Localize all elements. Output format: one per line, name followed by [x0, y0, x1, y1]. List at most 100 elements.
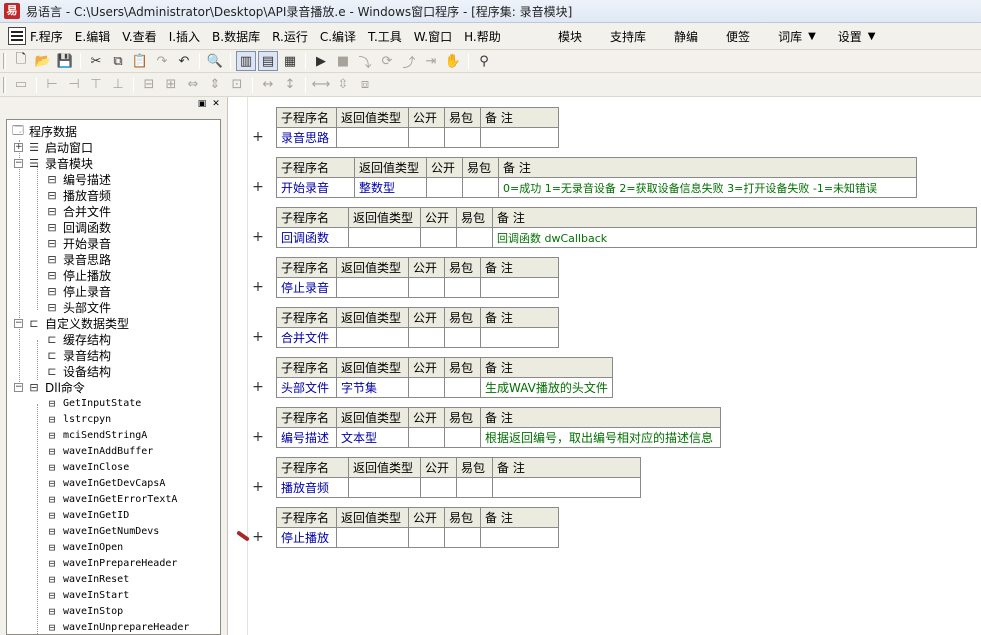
return-type-cell[interactable] — [348, 227, 421, 248]
easy-pkg-cell[interactable] — [444, 127, 481, 148]
layout-grid-icon[interactable]: ▦ — [280, 51, 300, 71]
public-cell[interactable] — [426, 177, 463, 198]
same-width-icon[interactable]: ⇔ — [183, 75, 203, 95]
paste-icon[interactable]: 📋 — [130, 51, 150, 71]
tree-item-sub[interactable]: ⊟ 头部文件 — [44, 299, 111, 315]
sub-name-cell[interactable]: 头部文件 — [276, 377, 337, 398]
subroutine-table[interactable]: 子程序名 返回值类型 公开 易包 备 注 回调函数 回调函数 dwCallbac… — [276, 207, 977, 248]
menu-support-lib[interactable]: 支持库 — [610, 26, 646, 47]
public-cell[interactable] — [408, 427, 445, 448]
step-over-icon[interactable]: ⟳ — [377, 51, 397, 71]
subroutine-table[interactable]: 子程序名 返回值类型 公开 易包 备 注 开始录音 整数型 0=成功 1=无录音… — [276, 157, 917, 198]
expand-subroutine-icon[interactable]: + — [252, 429, 264, 445]
collapse-icon[interactable]: − — [14, 158, 23, 168]
align-top-icon[interactable]: ⊤ — [86, 75, 106, 95]
expand-subroutine-icon[interactable]: + — [252, 479, 264, 495]
easy-pkg-cell[interactable] — [444, 277, 481, 298]
menu-notes[interactable]: 便签 — [726, 26, 750, 47]
menu-run[interactable]: R.运行 — [272, 26, 308, 47]
pause-hand-icon[interactable]: ✋ — [443, 51, 463, 71]
subroutine-table[interactable]: 子程序名 返回值类型 公开 易包 备 注 编号描述 文本型 根据返回编号，取出编… — [276, 407, 721, 448]
toolbar-grip[interactable] — [3, 76, 6, 93]
tree-node-dll[interactable]: − ⊟ Dll命令 — [14, 379, 85, 395]
redo-icon[interactable]: ↷ — [152, 51, 172, 71]
tree-item-dll[interactable]: ⊟ waveInGetDevCapsA — [44, 475, 166, 491]
tree-item-dll[interactable]: ⊟ waveInStart — [44, 587, 130, 603]
tree-item-sub[interactable]: ⊟ 停止录音 — [44, 283, 111, 299]
expand-subroutine-icon[interactable]: + — [252, 529, 264, 545]
public-cell[interactable] — [420, 227, 457, 248]
find-icon[interactable]: 🔍 — [205, 51, 225, 71]
cut-icon[interactable]: ✂ — [86, 51, 106, 71]
note-cell[interactable] — [480, 127, 559, 148]
tree-item-dll[interactable]: ⊟ waveInStop — [44, 603, 124, 619]
tree-node-startup[interactable]: + ☰ 启动窗口 — [14, 139, 93, 155]
tree-item-sub[interactable]: ⊟ 停止播放 — [44, 267, 111, 283]
menu-database[interactable]: B.数据库 — [212, 26, 260, 47]
easy-pkg-cell[interactable] — [462, 177, 499, 198]
collapse-icon[interactable]: − — [14, 318, 23, 328]
tree-item-sub[interactable]: ⊟ 编号描述 — [44, 171, 111, 187]
bring-to-front-icon[interactable]: ⧈ — [355, 75, 375, 95]
expand-icon[interactable]: + — [14, 142, 23, 152]
note-cell[interactable]: 回调函数 dwCallback — [492, 227, 977, 248]
align-bottom-icon[interactable]: ⊥ — [108, 75, 128, 95]
return-type-cell[interactable]: 整数型 — [354, 177, 427, 198]
expand-subroutine-icon[interactable]: + — [252, 129, 264, 145]
sub-name-cell[interactable]: 播放音频 — [276, 477, 349, 498]
align-right-icon[interactable]: ⊣ — [64, 75, 84, 95]
easy-pkg-cell[interactable] — [444, 327, 481, 348]
save-icon[interactable]: 💾 — [55, 51, 75, 71]
return-type-cell[interactable] — [336, 277, 409, 298]
sub-name-cell[interactable]: 回调函数 — [276, 227, 349, 248]
sub-name-cell[interactable]: 开始录音 — [276, 177, 355, 198]
sub-name-cell[interactable]: 录音思路 — [276, 127, 337, 148]
align-left-icon[interactable]: ⊢ — [42, 75, 62, 95]
menu-modules[interactable]: 模块 — [558, 26, 582, 47]
easy-pkg-cell[interactable] — [444, 527, 481, 548]
step-out-icon[interactable]: ⤴ — [399, 51, 419, 71]
public-cell[interactable] — [420, 477, 457, 498]
public-cell[interactable] — [408, 127, 445, 148]
menu-tools[interactable]: T.工具 — [368, 26, 402, 47]
tree-item-sub[interactable]: ⊟ 合并文件 — [44, 203, 111, 219]
menu-settings[interactable]: 设置 — [838, 26, 862, 47]
menu-static-compile[interactable]: 静编 — [674, 26, 698, 47]
document-menu-icon[interactable] — [8, 27, 26, 45]
return-type-cell[interactable]: 文本型 — [336, 427, 409, 448]
toolbar-grip[interactable] — [3, 53, 6, 69]
tree-item-dll[interactable]: ⊟ waveInPrepareHeader — [44, 555, 178, 571]
easy-pkg-cell[interactable] — [444, 377, 481, 398]
new-file-icon[interactable]: 🗋 — [11, 51, 31, 71]
collapse-icon[interactable]: − — [14, 382, 23, 392]
subroutine-table[interactable]: 子程序名 返回值类型 公开 易包 备 注 合并文件 — [276, 307, 559, 348]
tree-item-dll[interactable]: ⊟ waveInClose — [44, 459, 130, 475]
tree-item-dll[interactable]: ⊟ waveInGetID — [44, 507, 130, 523]
easy-pkg-cell[interactable] — [456, 227, 493, 248]
debug-binoculars-icon[interactable]: ⚲ — [474, 51, 494, 71]
public-cell[interactable] — [408, 327, 445, 348]
form-icon[interactable]: ▭ — [11, 75, 31, 95]
tree-item-sub[interactable]: ⊟ 开始录音 — [44, 235, 111, 251]
code-editor[interactable]: 子程序名 返回值类型 公开 易包 备 注 录音思路 + 子程序名 返回值类型 公… — [230, 97, 981, 635]
sub-name-cell[interactable]: 停止播放 — [276, 527, 337, 548]
note-cell[interactable] — [480, 327, 559, 348]
open-folder-icon[interactable]: 📂 — [33, 51, 53, 71]
space-vertical-icon[interactable]: ↕ — [280, 75, 300, 95]
tree-item-dll[interactable]: ⊟ waveInReset — [44, 571, 130, 587]
tree-item-dll[interactable]: ⊟ lstrcpyn — [44, 411, 111, 427]
run-icon[interactable]: ▶ — [311, 51, 331, 71]
return-type-cell[interactable]: 字节集 — [336, 377, 409, 398]
program-tree[interactable]: 🗔 程序数据 + ☰ 启动窗口 − ☰ 录音模块 ⊟ 编号描述 ⊟ 播放音频 ⊟ 合并… — [6, 119, 221, 635]
panel-close-icon[interactable]: ✕ — [211, 99, 221, 109]
panel-restore-icon[interactable]: ▣ — [197, 99, 207, 109]
public-cell[interactable] — [408, 377, 445, 398]
menu-program[interactable]: F.程序 — [30, 26, 63, 47]
layout-window-icon[interactable]: ▤ — [258, 51, 278, 71]
center-horizontal-icon[interactable]: ⊟ — [139, 75, 159, 95]
distribute-vertical-icon[interactable]: ⇳ — [333, 75, 353, 95]
menu-insert[interactable]: I.插入 — [169, 26, 200, 47]
return-type-cell[interactable] — [336, 127, 409, 148]
tree-item-dll[interactable]: ⊟ waveInAddBuffer — [44, 443, 154, 459]
run-to-cursor-icon[interactable]: ⇥ — [421, 51, 441, 71]
